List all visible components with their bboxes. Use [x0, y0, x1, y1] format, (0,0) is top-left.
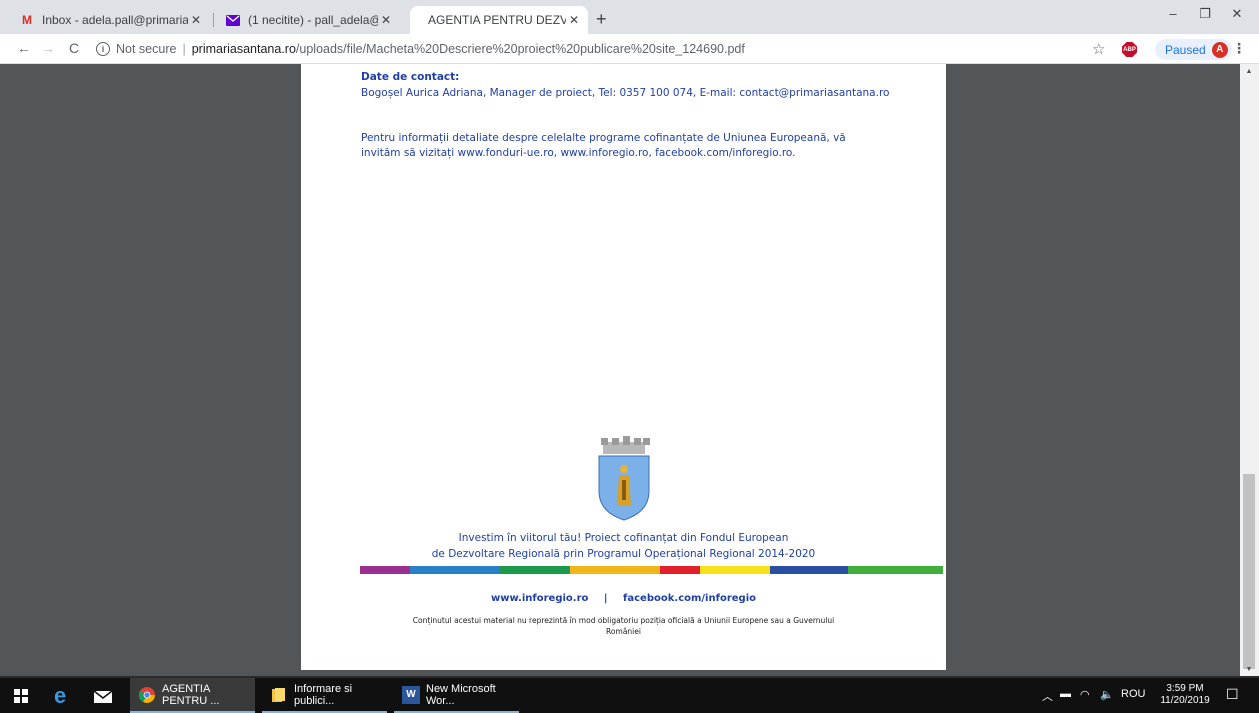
clock-date: 11/20/2019: [1160, 695, 1210, 706]
taskbar-app-chrome[interactable]: AGENTIA PENTRU ...: [130, 678, 255, 713]
tab-strip: M Inbox - adela.pall@primariasantana.ro …: [0, 0, 1259, 34]
info-icon[interactable]: i: [96, 42, 110, 56]
back-button[interactable]: ←: [14, 40, 34, 56]
windows-start-icon[interactable]: [14, 678, 28, 713]
url-host: primariasantana.ro: [191, 42, 296, 56]
restore-button[interactable]: ❐: [1190, 6, 1220, 22]
menu-icon[interactable]: ⋮: [1232, 40, 1246, 57]
contact-details: Bogoșel Aurica Adriana, Manager de proie…: [361, 87, 890, 99]
system-clock[interactable]: 3:59 PM 11/20/2019: [1156, 683, 1214, 707]
contact-heading: Date de contact:: [361, 71, 460, 83]
scroll-down-icon[interactable]: ▼: [1243, 666, 1255, 673]
profile-button[interactable]: Paused A: [1155, 39, 1232, 60]
gmail-icon: M: [22, 13, 32, 27]
taskbar-app-word[interactable]: W New Microsoft Wor...: [394, 678, 519, 713]
color-bar-segment: [660, 566, 700, 574]
forward-button[interactable]: →: [38, 40, 58, 56]
url-separator: |: [182, 42, 186, 56]
funding-tagline-line1: Investim în viitorul tău! Proiect cofina…: [458, 532, 789, 544]
tab-agentia-active[interactable]: AGENTIA PENTRU DEZVOLTARE REGIONALA ✕: [410, 6, 588, 34]
link-separator: |: [603, 593, 608, 604]
browser-toolbar: ← → C i Not secure | primariasantana.ro …: [0, 34, 1259, 64]
info-paragraph-line2: invităm să vizitați www.fonduri-ue.ro, w…: [361, 147, 796, 159]
clock-time: 3:59 PM: [1166, 683, 1204, 694]
adblock-plus-icon[interactable]: ABP: [1122, 42, 1137, 57]
color-bar-segment: [410, 566, 500, 574]
close-tab-icon[interactable]: ✕: [566, 13, 582, 27]
disclaimer-line2: României: [606, 627, 641, 636]
minimize-button[interactable]: –: [1158, 6, 1188, 21]
address-bar[interactable]: i Not secure | primariasantana.ro /uploa…: [96, 37, 1106, 61]
color-bar-segment: [700, 566, 770, 574]
edge-icon[interactable]: e: [54, 678, 66, 713]
coat-of-arms-icon: [598, 436, 650, 521]
color-bar-segment: [360, 566, 410, 574]
tab-divider: [213, 13, 214, 27]
funding-tagline-line2: de Dezvoltare Regională prin Programul O…: [431, 548, 816, 560]
avatar: A: [1211, 41, 1228, 58]
yahoo-mail-icon: [226, 13, 240, 27]
tab-yahoo-mail[interactable]: (1 necitite) - pall_adela@yahoo.com ✕: [216, 6, 400, 34]
tab-gmail-inbox[interactable]: M Inbox - adela.pall@primariasantana.ro …: [10, 6, 210, 34]
disclaimer-line1: Conținutul acestui material nu reprezint…: [412, 616, 835, 625]
tab-title: Inbox - adela.pall@primariasantana.ro: [42, 13, 188, 27]
taskbar-app-label: AGENTIA PENTRU ...: [162, 682, 220, 707]
close-window-button[interactable]: ✕: [1222, 6, 1252, 22]
windows-taskbar: e AGENTIA PENTRU ... Informare si public…: [0, 676, 1259, 713]
tab-title: (1 necitite) - pall_adela@yahoo.com: [248, 13, 378, 27]
url-path: /uploads/file/Macheta%20Descriere%20proi…: [295, 42, 745, 56]
taskbar-app-label: New Microsoft Wor...: [426, 682, 496, 707]
folder-icon: [270, 686, 288, 704]
bookmark-star-icon[interactable]: ☆: [1092, 40, 1105, 58]
wifi-icon[interactable]: ◠: [1080, 688, 1090, 701]
security-label: Not secure: [116, 42, 177, 56]
taskbar-app-label: Informare si publici...: [294, 682, 353, 707]
pdf-viewer: Date de contact: Bogoșel Aurica Adriana,…: [0, 64, 1259, 676]
color-bar-segment: [570, 566, 660, 574]
reload-button[interactable]: C: [64, 40, 84, 56]
footer-links: www.inforegio.ro | facebook.com/inforegi…: [301, 593, 946, 604]
profile-status: Paused: [1165, 42, 1206, 57]
volume-icon[interactable]: 🔈: [1100, 688, 1114, 701]
disclaimer: Conținutul acestui material nu reprezint…: [361, 615, 886, 637]
inforegio-link[interactable]: www.inforegio.ro: [491, 593, 588, 604]
color-bar-segment: [848, 566, 943, 574]
info-paragraph-line1: Pentru informații detaliate despre celel…: [361, 132, 846, 144]
tab-title: AGENTIA PENTRU DEZVOLTARE REGIONALA: [428, 13, 566, 27]
regio-color-bar: [360, 566, 943, 574]
battery-icon[interactable]: ▬: [1060, 688, 1071, 700]
color-bar-segment: [500, 566, 570, 574]
word-icon: W: [402, 685, 420, 704]
language-indicator[interactable]: ROU: [1121, 688, 1145, 700]
notifications-icon[interactable]: ☐: [1226, 686, 1239, 703]
color-bar-segment: [770, 566, 848, 574]
scroll-up-icon[interactable]: ▲: [1243, 68, 1255, 75]
pdf-page: Date de contact: Bogoșel Aurica Adriana,…: [301, 64, 946, 670]
taskbar-app-folder[interactable]: Informare si publici...: [262, 678, 387, 713]
mail-icon[interactable]: [94, 678, 112, 713]
new-tab-button[interactable]: +: [596, 9, 607, 29]
chrome-icon: [138, 686, 156, 704]
show-hidden-icons[interactable]: ︿: [1042, 688, 1053, 704]
scrollbar-thumb[interactable]: [1243, 474, 1255, 669]
facebook-link[interactable]: facebook.com/inforegio: [623, 593, 756, 604]
close-tab-icon[interactable]: ✕: [378, 13, 394, 27]
close-tab-icon[interactable]: ✕: [188, 13, 204, 27]
